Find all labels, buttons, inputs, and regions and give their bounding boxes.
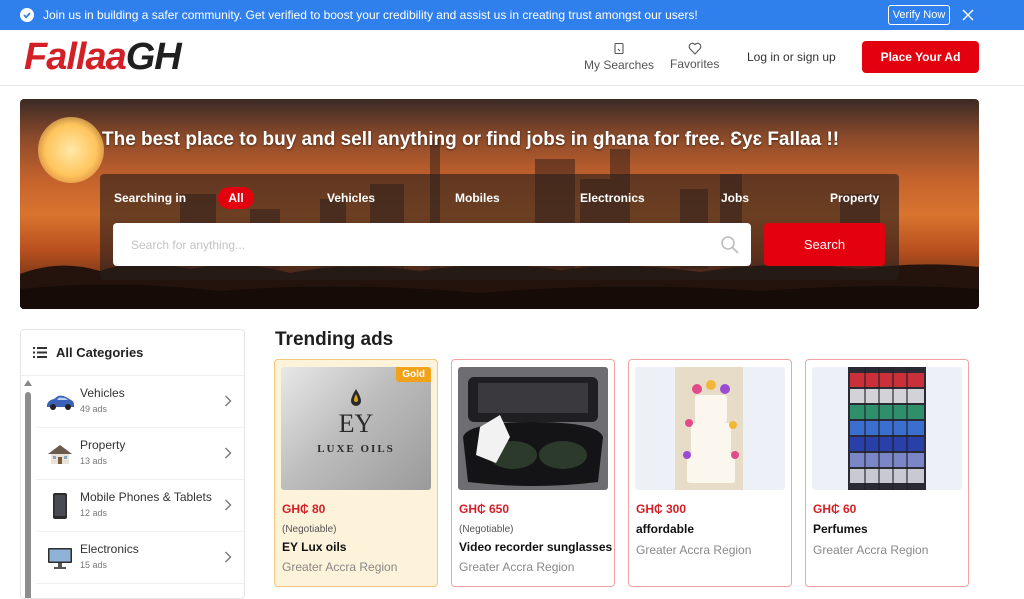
search-input[interactable] [113,223,751,266]
site-header: FallaaGH My Searches Favorites Log in or… [0,30,1024,86]
scroll-up-icon[interactable] [24,380,32,386]
sidebar-item-count: 13 ads [80,456,108,466]
sidebar-header: All Categories [21,330,244,376]
sidebar-item-label: Mobile Phones & Tablets [80,490,212,504]
ad-title: Video recorder sunglasses [459,540,613,554]
ad-price: GH₵ 80 [282,502,326,516]
chevron-right-icon [225,395,232,407]
sidebar-item-electronics[interactable]: Electronics 15 ads [36,532,244,584]
category-pill-property[interactable]: Property [830,187,879,209]
trending-ads-title: Trending ads [275,329,394,350]
monitor-icon [48,548,72,569]
fallaagh-logo[interactable]: FallaaGH [24,36,182,79]
searching-in-label: Searching in [114,191,187,205]
sidebar-item-label: Property [80,438,126,452]
house-icon [48,445,72,464]
scrollbar-thumb[interactable] [25,392,31,598]
ad-card-affordable[interactable]: GH₵ 300 affordable Greater Accra Region [628,359,792,587]
categories-sidebar: All Categories Vehicles 49 ads Property … [20,329,245,599]
hero-banner: The best place to buy and sell anything … [20,99,979,309]
ad-region: Greater Accra Region [459,560,575,574]
category-pill-vehicles[interactable]: Vehicles [327,187,375,209]
ad-title: affordable [636,522,695,536]
sidebar-scrollbar[interactable] [24,380,32,598]
ad-title: Perfumes [813,522,868,536]
ad-negotiable: (Negotiable) [459,524,514,535]
heart-icon [688,42,702,55]
ad-title: EY Lux oils [282,540,347,554]
verified-check-icon [20,8,34,22]
ad-card-video-recorder-sunglasses[interactable]: GH₵ 650 (Negotiable) Video recorder sung… [451,359,615,587]
my-searches-link[interactable]: My Searches [584,42,654,72]
ad-region: Greater Accra Region [636,543,752,557]
sidebar-item-property[interactable]: Property 13 ads [36,428,244,480]
login-signup-link[interactable]: Log in or sign up [747,50,836,64]
gold-badge: Gold [396,367,431,382]
search-panel: Searching in All Vehicles Mobiles Electr… [100,174,899,280]
ad-image [635,367,785,490]
car-icon [47,395,74,410]
category-pill-jobs[interactable]: Jobs [721,187,749,209]
verification-banner: Join us in building a safer community. G… [0,0,1024,30]
ad-image-brand-subtext: LUXE OILS [317,443,395,455]
sidebar-item-label: Electronics [80,542,139,556]
close-icon[interactable] [960,7,976,23]
my-searches-label: My Searches [584,58,655,72]
category-pill-mobiles[interactable]: Mobiles [455,187,500,209]
search-icon [721,236,739,254]
sidebar-title: All Categories [56,345,144,360]
ad-price: GH₵ 650 [459,502,510,516]
sidebar-item-count: 49 ads [80,404,108,414]
ad-image [458,367,608,490]
category-pill-all[interactable]: All [218,187,254,209]
category-pill-electronics[interactable]: Electronics [580,187,645,209]
sidebar-item-mobile-phones-tablets[interactable]: Mobile Phones & Tablets 12 ads [36,480,244,532]
sidebar-item-vehicles[interactable]: Vehicles 49 ads [36,376,244,428]
ad-card-perfumes[interactable]: GH₵ 60 Perfumes Greater Accra Region [805,359,969,587]
place-your-ad-button[interactable]: Place Your Ad [862,41,979,73]
logo-text-fallaa: Fallaa [24,36,127,78]
sidebar-item-count: 12 ads [80,508,108,518]
ad-price: GH₵ 60 [813,502,857,516]
ad-image: EY LUXE OILS [281,367,431,490]
hero-headline: The best place to buy and sell anything … [102,129,840,150]
phone-icon [53,493,67,519]
sidebar-item-count: 15 ads [80,560,108,570]
chevron-right-icon [225,551,232,563]
list-icon [33,347,47,358]
saved-search-icon [614,42,624,55]
chevron-right-icon [225,447,232,459]
banner-message: Join us in building a safer community. G… [43,8,698,22]
chevron-right-icon [225,499,232,511]
favorites-label: Favorites [670,57,720,71]
ad-image [812,367,962,490]
search-button[interactable]: Search [764,223,885,266]
favorites-link[interactable]: Favorites [670,42,719,71]
ad-region: Greater Accra Region [282,560,398,574]
sidebar-item-label: Vehicles [80,386,125,400]
logo-text-gh: GH [125,36,182,78]
ad-card-ey-lux-oils[interactable]: EY LUXE OILS Gold GH₵ 80 (Negotiable) EY… [274,359,438,587]
ad-negotiable: (Negotiable) [282,524,337,535]
ad-image-brand-text: EY [338,409,374,438]
ad-region: Greater Accra Region [813,543,929,557]
ad-price: GH₵ 300 [636,502,687,516]
verify-now-button[interactable]: Verify Now [888,5,950,25]
